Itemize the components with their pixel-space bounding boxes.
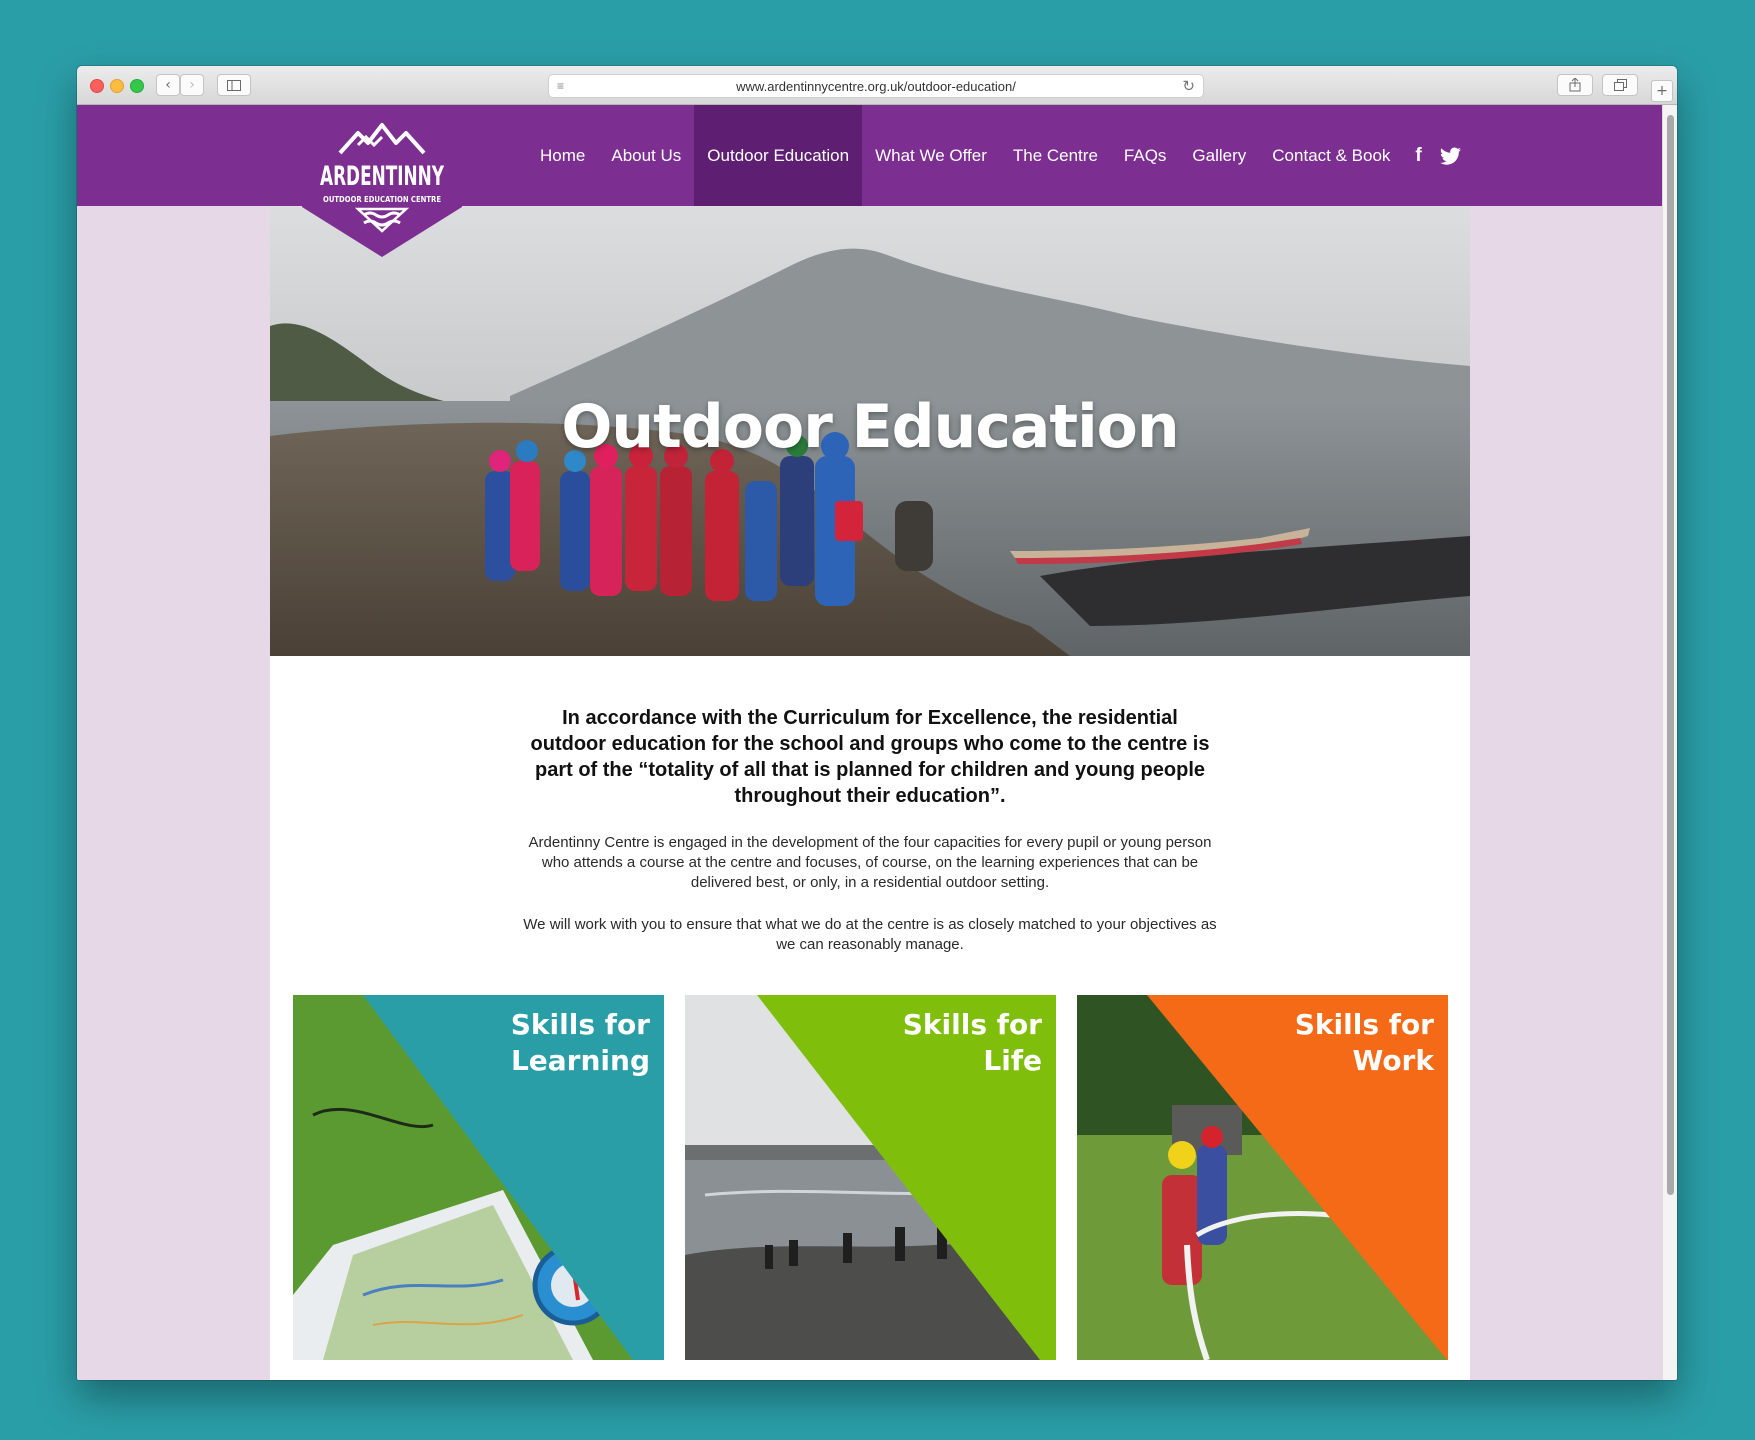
twitter-icon[interactable]: [1428, 105, 1474, 206]
nav-outdoor-education[interactable]: Outdoor Education: [694, 105, 863, 206]
chevron-right-icon: ›: [189, 77, 195, 93]
hero-title: Outdoor Education: [561, 392, 1179, 462]
web-page: ARDENTINNY OUTDOOR EDUCATION CENTRE Home…: [77, 105, 1662, 1380]
minimize-window-button[interactable]: [110, 79, 124, 93]
logo-wordmark: ARDENTINNY: [320, 161, 444, 192]
nav-gallery[interactable]: Gallery: [1179, 105, 1259, 206]
address-bar[interactable]: ≡ www.ardentinnycentre.org.uk/outdoor-ed…: [548, 74, 1204, 98]
tile-learning-line-2: Learning: [510, 1044, 650, 1077]
skills-tiles: Skills for Learning Skills for Life Skil…: [293, 995, 1448, 1360]
main-content: Outdoor Education In accordance with the…: [270, 206, 1470, 1380]
forward-button[interactable]: ›: [180, 74, 204, 96]
page-scrollbar[interactable]: [1662, 105, 1677, 1380]
tile-skills-for-life[interactable]: Skills for Life: [685, 995, 1056, 1360]
new-tab-button[interactable]: +: [1651, 80, 1673, 102]
scrollbar-thumb[interactable]: [1667, 115, 1674, 1195]
hero-banner: Outdoor Education: [270, 206, 1470, 656]
share-icon: [1569, 78, 1581, 92]
zoom-window-button[interactable]: [130, 79, 144, 93]
main-nav: Home About Us Outdoor Education What We …: [527, 105, 1474, 206]
intro-lead: In accordance with the Curriculum for Ex…: [530, 707, 1210, 807]
tile-skills-for-work[interactable]: Skills for Work: [1077, 995, 1448, 1360]
nav-home[interactable]: Home: [527, 105, 598, 206]
plus-icon: +: [1656, 83, 1668, 99]
nav-faqs[interactable]: FAQs: [1111, 105, 1180, 206]
tile-work-line-2: Work: [1352, 1044, 1434, 1077]
url-text: www.ardentinnycentre.org.uk/outdoor-educ…: [736, 78, 1016, 94]
sidebar-icon: [227, 79, 241, 91]
tabs-icon: [1613, 79, 1627, 91]
tile-learning-line-1: Skills for: [510, 1008, 650, 1041]
back-button[interactable]: ‹: [156, 74, 180, 96]
intro-section: In accordance with the Curriculum for Ex…: [510, 705, 1230, 977]
reload-icon[interactable]: ↻: [1182, 77, 1195, 95]
ardentinny-logo[interactable]: ARDENTINNY OUTDOOR EDUCATION CENTRE: [302, 105, 462, 265]
tile-work-line-1: Skills for: [1294, 1008, 1434, 1041]
browser-window: ‹ › ≡ www.ardentinnycentre.org.uk/outdoo…: [77, 66, 1677, 1380]
facebook-icon[interactable]: f: [1403, 105, 1427, 206]
tile-life-title: Skills for Life: [903, 1007, 1042, 1079]
tabs-overview-button[interactable]: [1602, 74, 1638, 96]
intro-paragraph-1: Ardentinny Centre is engaged in the deve…: [528, 834, 1212, 891]
tile-work-title: Skills for Work: [1295, 1007, 1434, 1079]
nav-contact-book[interactable]: Contact & Book: [1259, 105, 1403, 206]
nav-what-we-offer[interactable]: What We Offer: [862, 105, 1000, 206]
tile-learning-title: Skills for Learning: [511, 1007, 650, 1079]
reader-icon[interactable]: ≡: [557, 79, 564, 93]
logo-subtitle: OUTDOOR EDUCATION CENTRE: [323, 195, 441, 204]
tile-life-line-2: Life: [983, 1044, 1042, 1077]
browser-toolbar: ‹ › ≡ www.ardentinnycentre.org.uk/outdoo…: [77, 66, 1677, 105]
close-window-button[interactable]: [90, 79, 104, 93]
intro-paragraph-2: We will work with you to ensure that wha…: [523, 916, 1217, 953]
nav-the-centre[interactable]: The Centre: [1000, 105, 1111, 206]
tile-skills-for-learning[interactable]: Skills for Learning: [293, 995, 664, 1360]
site-header: ARDENTINNY OUTDOOR EDUCATION CENTRE Home…: [77, 105, 1662, 257]
nav-about-us[interactable]: About Us: [598, 105, 694, 206]
share-button[interactable]: [1557, 74, 1593, 96]
chevron-left-icon: ‹: [165, 77, 171, 93]
tile-life-line-1: Skills for: [902, 1008, 1042, 1041]
sidebar-toggle-button[interactable]: [217, 74, 251, 96]
